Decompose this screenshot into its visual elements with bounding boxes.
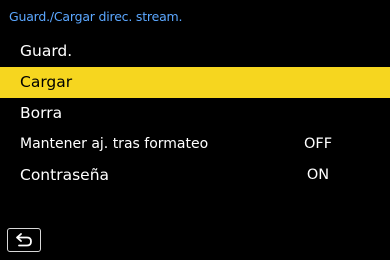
menu-item-label: Borra <box>20 104 63 122</box>
menu-item-contrasena[interactable]: Contraseña ON <box>0 160 390 191</box>
return-icon <box>16 233 32 247</box>
menu-item-label: Guard. <box>20 42 73 60</box>
page-title: Guard./Cargar direc. stream. <box>9 9 183 24</box>
menu-screen: Guard./Cargar direc. stream. Guard. Carg… <box>0 0 390 260</box>
menu-item-label: Contraseña <box>20 166 110 184</box>
menu-item-label: Cargar <box>20 73 73 91</box>
menu-item-value: OFF <box>303 136 333 152</box>
menu-item-label: Mantener aj. tras formateo <box>20 136 209 152</box>
back-button[interactable] <box>7 228 41 252</box>
menu-item-value: ON <box>306 167 330 183</box>
menu-list: Guard. Cargar Borra Mantener aj. tras fo… <box>0 36 390 191</box>
menu-item-guard[interactable]: Guard. <box>0 36 390 67</box>
menu-item-cargar[interactable]: Cargar <box>0 67 390 98</box>
menu-item-borra[interactable]: Borra <box>0 98 390 129</box>
menu-item-mantener-ajustes[interactable]: Mantener aj. tras formateo OFF <box>0 129 390 160</box>
